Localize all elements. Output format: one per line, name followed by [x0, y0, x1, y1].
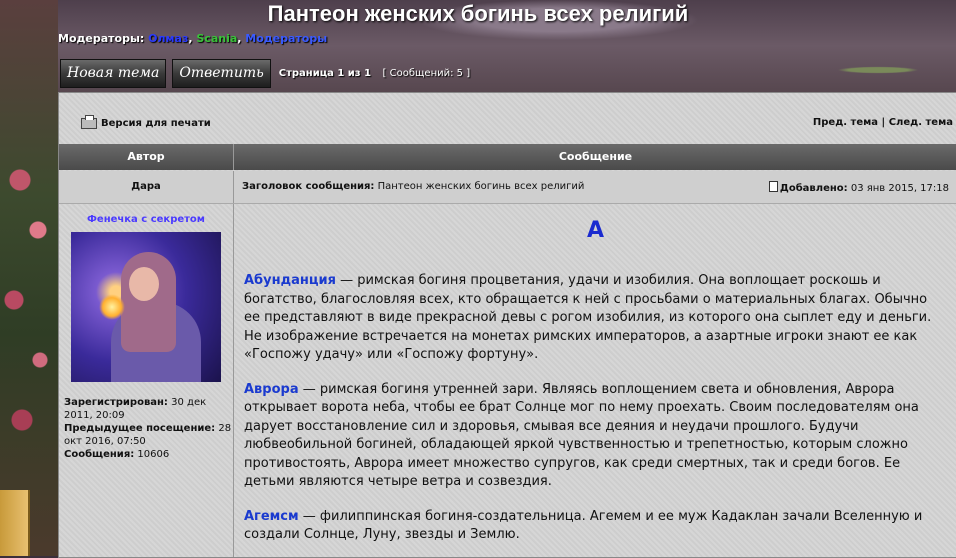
posts-table-header: Автор Сообщение: [59, 144, 956, 170]
topic-toolbar: Новая тема Ответить Страница 1 из 1 [ Со…: [60, 58, 470, 88]
nav-separator: |: [878, 117, 889, 128]
entry-text: — римская богиня утренней зари. Являясь …: [244, 381, 919, 490]
section-letter: А: [586, 218, 605, 243]
topic-nav-bar: Версия для печати Пред. тема | След. тем…: [59, 93, 956, 143]
print-version-link[interactable]: Версия для печати: [81, 115, 211, 129]
entry-text: — филиппинская богиня-создательница. Аге…: [244, 508, 923, 543]
author-profile: Фенечка с секретом Зарегистрирован: 30 д…: [59, 204, 234, 557]
page-number-text: Страница 1 из 1: [278, 67, 372, 79]
subject-label: Заголовок сообщения:: [242, 181, 375, 192]
print-version-label: Версия для печати: [101, 118, 211, 129]
topic-navigation: Пред. тема | След. тема: [813, 117, 953, 128]
reply-button[interactable]: Ответить: [172, 58, 271, 88]
goddess-name: Агемсм: [244, 508, 299, 524]
goddess-name: Абунданция: [244, 273, 336, 288]
posts-count-line: Сообщения: 10606: [64, 449, 170, 460]
moderator-link-scania[interactable]: Scania: [196, 32, 237, 45]
printer-icon: [81, 115, 97, 129]
post-icon[interactable]: [768, 181, 778, 192]
post-header-row: Дара Заголовок сообщения: Пантеон женски…: [59, 171, 956, 204]
posted-label: Добавлено:: [779, 183, 848, 194]
topic-panel: Версия для печати Пред. тема | След. тем…: [58, 92, 956, 558]
user-rank: Фенечка с секретом: [87, 214, 205, 225]
prev-topic-link[interactable]: Пред. тема: [813, 117, 878, 128]
messages-count: [ Сообщений: 5 ]: [382, 67, 471, 79]
moderator-link-moderators[interactable]: Модераторы: [245, 32, 327, 45]
next-topic-link[interactable]: След. тема: [889, 117, 953, 128]
moderators-label: Модераторы:: [58, 32, 149, 45]
entry-paragraph: Аврора — римская богиня утренней зари. Я…: [244, 381, 947, 492]
user-stats: Зарегистрирован: 30 дек 2011, 20:09 Пред…: [64, 396, 233, 461]
entry-text: — римская богиня процветания, удачи и из…: [244, 273, 932, 362]
avatar: [71, 232, 221, 382]
background-painting-left: [0, 0, 58, 556]
moderator-link-olmaz[interactable]: Олмаз: [148, 32, 188, 45]
entry-paragraph: Абунданция — римская богиня процветания,…: [244, 272, 947, 365]
registered-line: Зарегистрирован: 30 дек 2011, 20:09: [64, 397, 207, 421]
post-author[interactable]: Дара: [59, 171, 234, 203]
post-subject: Заголовок сообщения: Пантеон женских бог…: [242, 181, 584, 192]
entry-paragraph: Агемсм — филиппинская богиня-создательни…: [244, 508, 947, 545]
posted-date: 03 янв 2015, 17:18: [850, 183, 949, 194]
page-title: Пантеон женских богинь всех религий: [267, 1, 689, 26]
background-book-decoration: [0, 490, 30, 556]
pagination-info: Страница 1 из 1 [ Сообщений: 5 ]: [279, 68, 470, 79]
last-visit-line: Предыдущее посещение: 28 окт 2016, 07:50: [64, 423, 232, 447]
subject-text: Пантеон женских богинь всех религий: [377, 181, 585, 192]
goddess-name: Аврора: [244, 381, 299, 397]
post-body: А Абунданция — римская богиня процветани…: [244, 204, 947, 557]
column-message: Сообщение: [558, 150, 633, 163]
new-topic-button[interactable]: Новая тема: [60, 58, 167, 88]
moderators-line: Модераторы: Олмаз, Scania, Модераторы: [58, 32, 327, 45]
column-author: Автор: [59, 144, 234, 170]
post-date: Добавлено: 03 янв 2015, 17:18: [768, 181, 949, 194]
